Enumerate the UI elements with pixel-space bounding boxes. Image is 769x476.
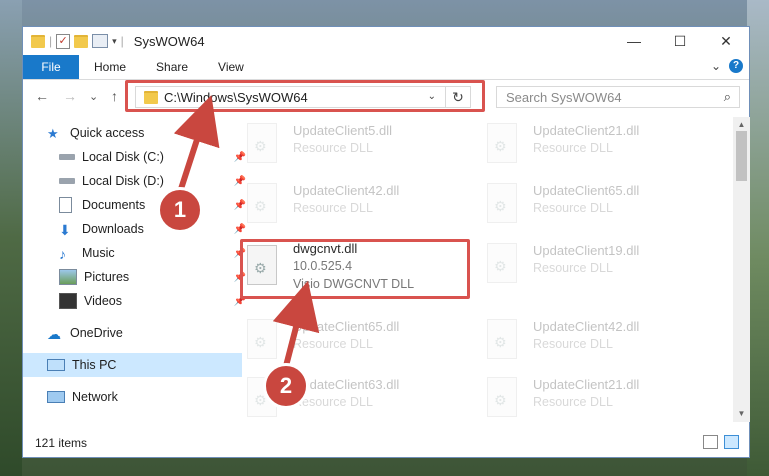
step-badge-2: 2 (263, 363, 309, 409)
annotation-arrows (173, 95, 320, 367)
arrow-to-address-bar (173, 95, 220, 193)
arrow-to-file (272, 280, 320, 367)
step-badge-1: 1 (157, 187, 203, 233)
